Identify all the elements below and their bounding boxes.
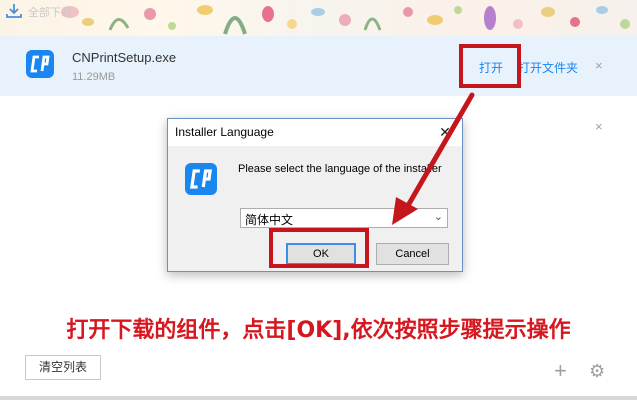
remove-item-close-icon[interactable]: ×	[595, 58, 603, 73]
cancel-button[interactable]: Cancel	[376, 243, 449, 265]
floral-banner: 全部下载	[0, 0, 637, 36]
close-icon[interactable]: ×	[595, 119, 603, 134]
download-arrow-icon[interactable]	[4, 2, 24, 20]
selected-language: 简体中文	[245, 213, 294, 227]
bottom-divider	[0, 396, 637, 400]
gear-icon[interactable]: ⚙	[589, 361, 605, 381]
open-highlight-box	[459, 44, 521, 88]
cnprint-app-icon	[26, 50, 54, 78]
file-size: 11.29MB	[72, 71, 116, 83]
annotation-arrow-icon	[392, 92, 475, 225]
file-name[interactable]: CNPrintSetup.exe	[72, 50, 176, 65]
floral-decoration	[61, 5, 630, 35]
dialog-title: Installer Language	[175, 125, 274, 139]
installer-app-icon	[185, 163, 217, 195]
download-item-row[interactable]: CNPrintSetup.exe 11.29MB 打开 打开文件夹 ×	[0, 36, 637, 96]
open-folder-link[interactable]: 打开文件夹	[518, 59, 578, 76]
add-icon[interactable]: +	[554, 360, 567, 382]
banner-label: 全部下载	[28, 7, 72, 19]
clear-list-button[interactable]: 清空列表	[25, 355, 101, 380]
ok-highlight-box	[269, 228, 369, 268]
instruction-text: 打开下载的组件，点击[OK],依次按照步骤提示操作	[66, 318, 571, 343]
